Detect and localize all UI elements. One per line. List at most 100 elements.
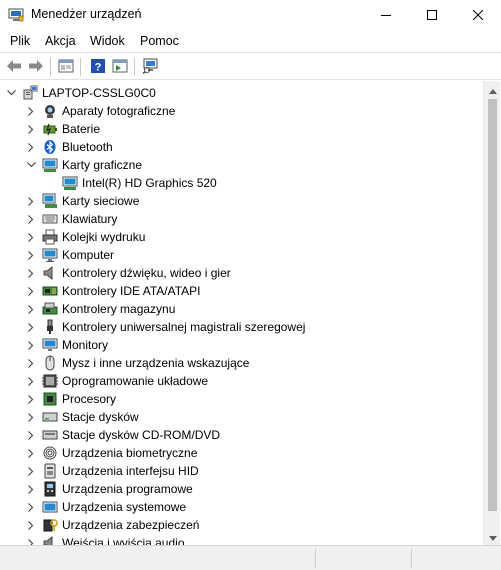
chevron-right-icon[interactable] bbox=[26, 120, 36, 138]
printer-icon bbox=[42, 229, 58, 245]
menu-view[interactable]: Widok bbox=[90, 34, 125, 48]
disk-drive-icon bbox=[42, 409, 58, 425]
minimize-button[interactable] bbox=[363, 0, 409, 30]
tree-item[interactable]: Baterie bbox=[26, 120, 100, 138]
tree-item-label: Kontrolery dźwięku, wideo i gier bbox=[62, 266, 231, 280]
tree-item[interactable]: Wejścia i wyjścia audio bbox=[26, 534, 185, 545]
menu-file[interactable]: Plik bbox=[10, 34, 30, 48]
device-tree[interactable]: LAPTOP-CSSLG0C0 Aparaty fotograficzne Bat… bbox=[0, 81, 483, 545]
tree-item-label: Urządzenia biometryczne bbox=[62, 446, 198, 460]
chevron-right-icon[interactable] bbox=[26, 228, 36, 246]
tree-item[interactable]: Karty sieciowe bbox=[26, 192, 139, 210]
chevron-right-icon[interactable] bbox=[26, 390, 36, 408]
chevron-right-icon[interactable] bbox=[26, 354, 36, 372]
tree-item[interactable]: Oprogramowanie układowe bbox=[26, 372, 208, 390]
usb-icon bbox=[42, 319, 58, 335]
cdrom-icon bbox=[42, 427, 58, 443]
tree-item-label: Oprogramowanie układowe bbox=[62, 374, 209, 388]
tree-item[interactable]: Komputer bbox=[26, 246, 114, 264]
chevron-right-icon[interactable] bbox=[26, 534, 36, 545]
chevron-right-icon[interactable] bbox=[26, 246, 36, 264]
show-hidden-button[interactable] bbox=[110, 57, 130, 77]
scan-hardware-button[interactable] bbox=[141, 57, 161, 77]
chevron-right-icon[interactable] bbox=[26, 318, 36, 336]
tree-item[interactable]: Intel(R) HD Graphics 520 bbox=[62, 174, 217, 192]
chevron-right-icon[interactable] bbox=[26, 498, 36, 516]
tree-item[interactable]: Kontrolery IDE ATA/ATAPI bbox=[26, 282, 201, 300]
menu-action[interactable]: Akcja bbox=[45, 34, 76, 48]
speaker-icon bbox=[42, 265, 58, 281]
computer-icon bbox=[42, 247, 58, 263]
tree-item[interactable]: Kontrolery magazynu bbox=[26, 300, 175, 318]
tree-item-label: Kontrolery uniwersalnej magistrali szere… bbox=[62, 320, 306, 334]
tree-item[interactable]: Urządzenia zabezpieczeń bbox=[26, 516, 199, 534]
chevron-right-icon[interactable] bbox=[26, 372, 36, 390]
toolbar-separator bbox=[50, 58, 51, 76]
tree-item[interactable]: Monitory bbox=[26, 336, 108, 354]
toolbar-separator bbox=[134, 58, 135, 76]
help-icon: ? bbox=[90, 58, 106, 77]
tree-item[interactable]: Klawiatury bbox=[26, 210, 117, 228]
system-device-icon bbox=[42, 499, 58, 515]
tree-item[interactable]: Kontrolery dźwięku, wideo i gier bbox=[26, 264, 231, 282]
chevron-right-icon[interactable] bbox=[26, 480, 36, 498]
chevron-right-icon[interactable] bbox=[26, 102, 36, 120]
properties-button[interactable] bbox=[56, 57, 76, 77]
tree-item-label: Komputer bbox=[62, 248, 115, 262]
scroll-up-button[interactable] bbox=[484, 81, 501, 98]
help-button[interactable]: ? bbox=[88, 57, 108, 77]
tree-item-label: Urządzenia zabezpieczeń bbox=[62, 518, 200, 532]
tree-item[interactable]: Karty graficzne bbox=[26, 156, 142, 174]
display-adapter-icon bbox=[42, 157, 58, 173]
tree-item[interactable]: Stacje dysków CD-ROM/DVD bbox=[26, 426, 220, 444]
chevron-right-icon[interactable] bbox=[26, 408, 36, 426]
tree-item[interactable]: Urządzenia systemowe bbox=[26, 498, 186, 516]
ide-controller-icon bbox=[42, 283, 58, 299]
tree-item[interactable]: Bluetooth bbox=[26, 138, 113, 156]
chevron-right-icon[interactable] bbox=[26, 300, 36, 318]
chevron-right-icon[interactable] bbox=[26, 426, 36, 444]
tree-item[interactable]: Urządzenia interfejsu HID bbox=[26, 462, 199, 480]
tree-item-label: Karty graficzne bbox=[62, 158, 143, 172]
chevron-right-icon[interactable] bbox=[26, 336, 36, 354]
scroll-down-button[interactable] bbox=[484, 528, 501, 545]
menu-help[interactable]: Pomoc bbox=[140, 34, 179, 48]
tree-item[interactable]: Urządzenia programowe bbox=[26, 480, 193, 498]
tree-item[interactable]: Procesory bbox=[26, 390, 116, 408]
tree-item[interactable]: Urządzenia biometryczne bbox=[26, 444, 197, 462]
software-device-icon bbox=[42, 481, 58, 497]
tree-item[interactable]: Stacje dysków bbox=[26, 408, 139, 426]
chevron-right-icon[interactable] bbox=[26, 192, 36, 210]
chevron-right-icon[interactable] bbox=[26, 516, 36, 534]
vertical-scrollbar[interactable] bbox=[483, 81, 500, 545]
back-button[interactable] bbox=[4, 57, 24, 77]
maximize-button[interactable] bbox=[409, 0, 455, 30]
tree-root[interactable]: LAPTOP-CSSLG0C0 bbox=[6, 84, 156, 102]
chevron-down-icon[interactable] bbox=[26, 156, 36, 174]
back-arrow-icon bbox=[6, 59, 22, 76]
tree-item-label: Mysz i inne urządzenia wskazujące bbox=[62, 356, 250, 370]
chevron-down-icon[interactable] bbox=[6, 84, 16, 102]
chevron-right-icon[interactable] bbox=[26, 462, 36, 480]
display-adapter-icon bbox=[62, 175, 78, 191]
computer-root-icon bbox=[22, 85, 38, 101]
tree-item[interactable]: Aparaty fotograficzne bbox=[26, 102, 175, 120]
tree-item-label: Procesory bbox=[62, 392, 117, 406]
chevron-right-icon[interactable] bbox=[26, 138, 36, 156]
chevron-right-icon[interactable] bbox=[26, 264, 36, 282]
tree-item-label: Urządzenia programowe bbox=[62, 482, 193, 496]
chevron-right-icon[interactable] bbox=[26, 444, 36, 462]
tree-item-label: Stacje dysków CD-ROM/DVD bbox=[62, 428, 221, 442]
scroll-thumb[interactable] bbox=[488, 99, 497, 511]
tree-item-label: Kontrolery magazynu bbox=[62, 302, 176, 316]
close-button[interactable] bbox=[455, 0, 501, 30]
forward-button[interactable] bbox=[26, 57, 46, 77]
chevron-down-icon bbox=[488, 530, 497, 544]
tree-item[interactable]: Mysz i inne urządzenia wskazujące bbox=[26, 354, 249, 372]
chevron-right-icon[interactable] bbox=[26, 282, 36, 300]
tree-item[interactable]: Kolejki wydruku bbox=[26, 228, 145, 246]
tree-item[interactable]: Kontrolery uniwersalnej magistrali szere… bbox=[26, 318, 305, 336]
chevron-right-icon[interactable] bbox=[26, 210, 36, 228]
audio-io-icon bbox=[42, 535, 58, 545]
tree-item-label: Kolejki wydruku bbox=[62, 230, 146, 244]
